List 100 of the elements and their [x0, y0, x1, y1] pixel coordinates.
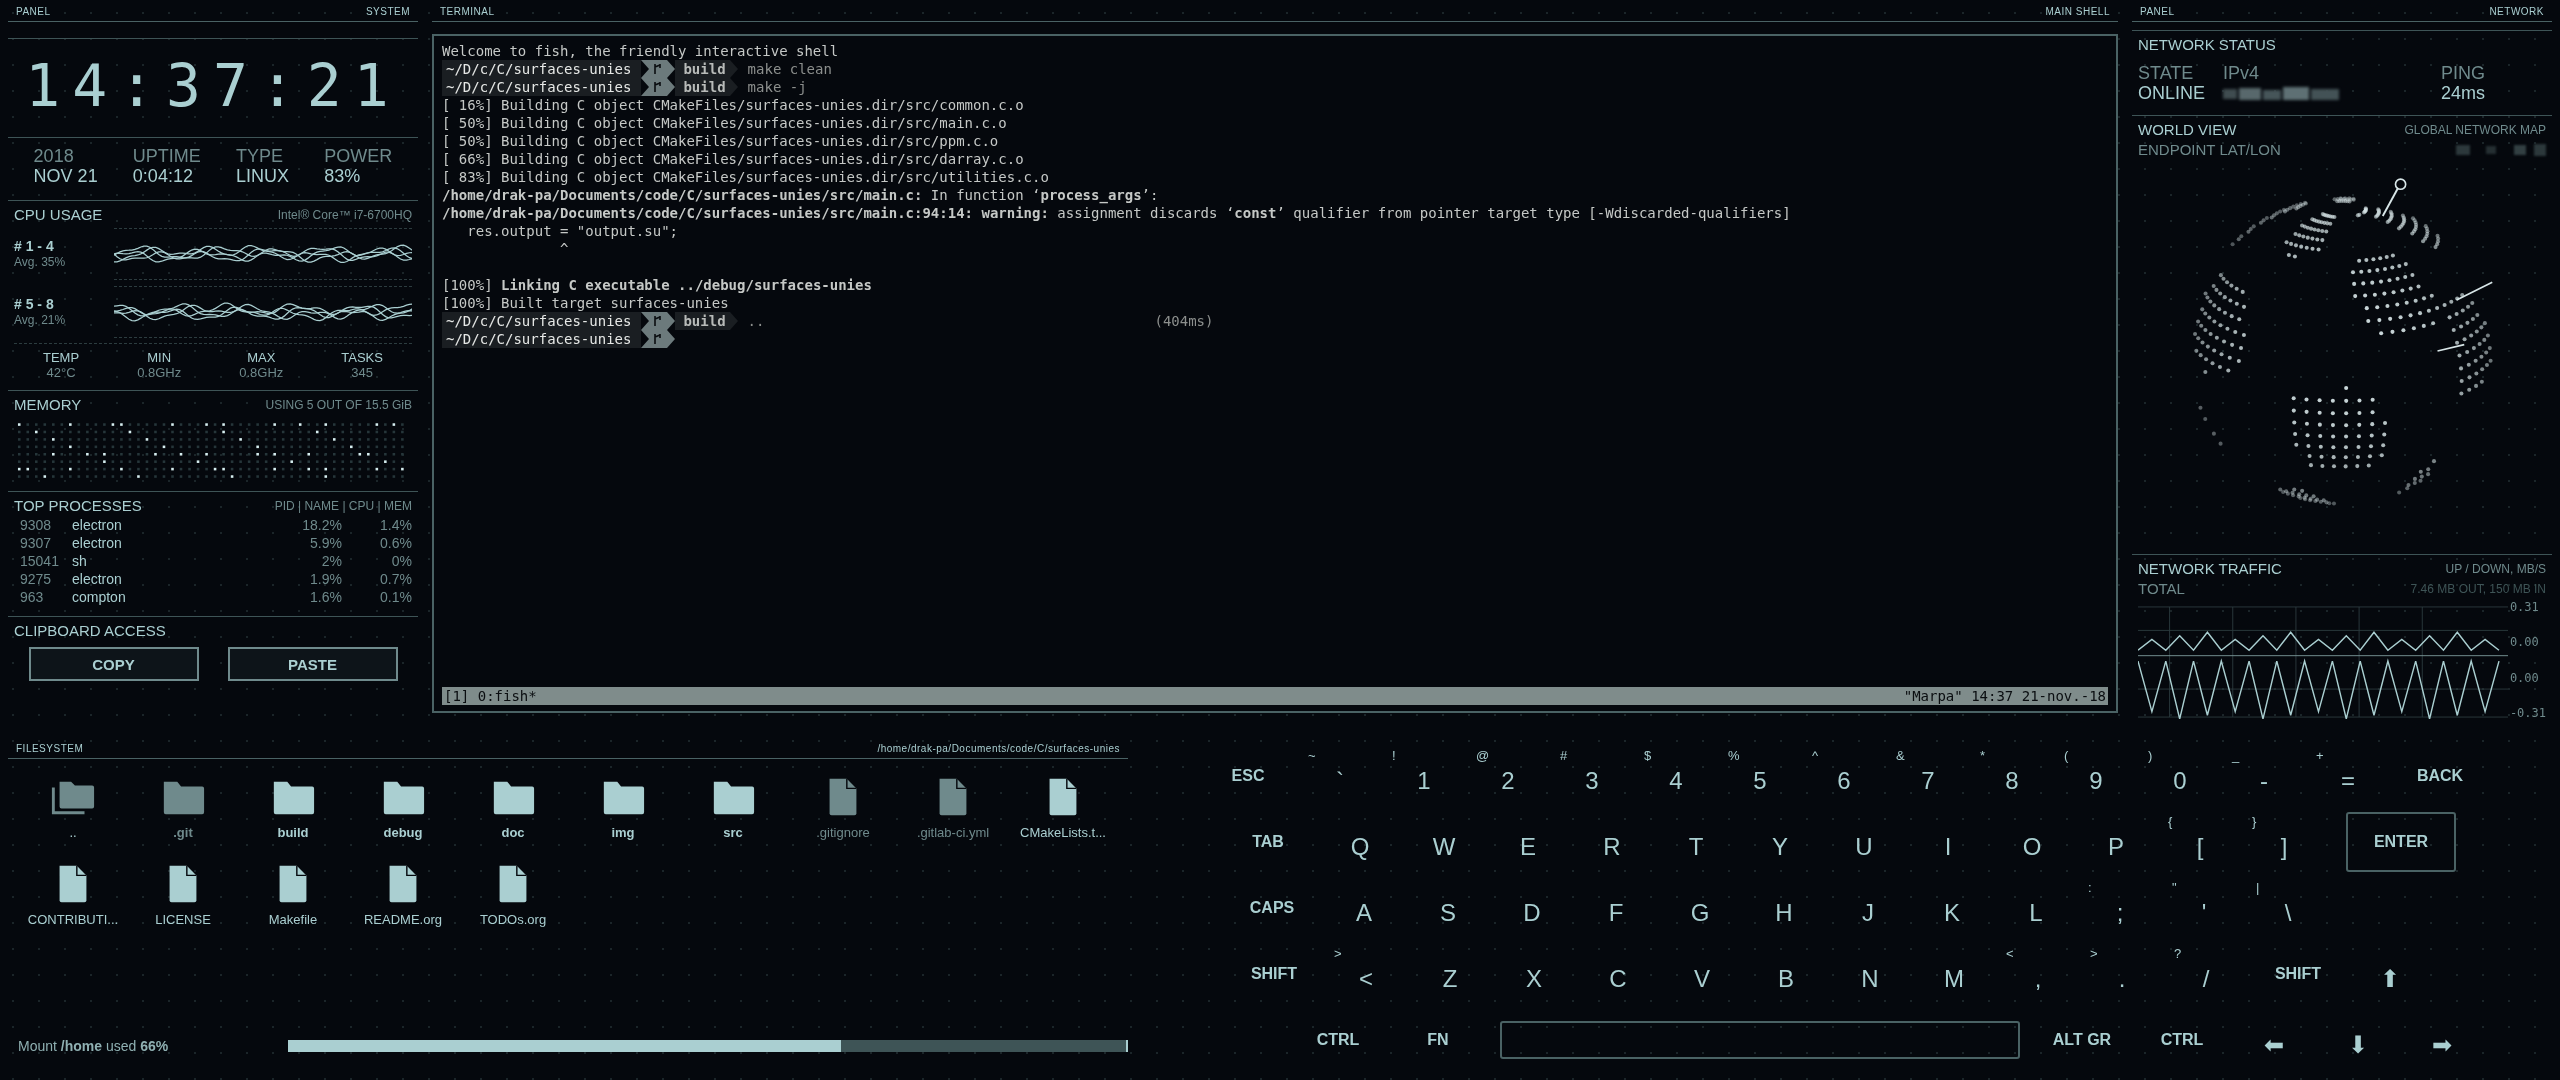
- copy-button[interactable]: COPY: [28, 647, 199, 681]
- paste-button[interactable]: PASTE: [227, 647, 398, 681]
- enter-key[interactable]: ENTER: [2346, 811, 2456, 872]
- keyboard-key[interactable]: M: [1912, 945, 1996, 1002]
- core-group-label: # 1 - 4: [14, 238, 55, 254]
- keyboard-key[interactable]: ( 9: [2054, 747, 2138, 804]
- keyboard-key[interactable]: P: [2074, 813, 2158, 870]
- keyboard-key[interactable]: { [: [2158, 813, 2242, 870]
- file-name[interactable]: .git: [173, 825, 193, 840]
- map-subtitle: GLOBAL NETWORK MAP: [2404, 122, 2546, 139]
- keyboard-key[interactable]: ALT GR: [2032, 1011, 2132, 1068]
- file-name[interactable]: .gitignore: [816, 825, 870, 840]
- process-mem: 0.7%: [379, 570, 412, 588]
- keyboard-key[interactable]: ^ 6: [1802, 747, 1886, 804]
- keyboard-key[interactable]: > <: [1324, 945, 1408, 1002]
- keyboard-key[interactable]: C: [1576, 945, 1660, 1002]
- file-name[interactable]: CMakeLists.t...: [1020, 825, 1106, 840]
- keyboard-key[interactable]: " ': [2162, 879, 2246, 936]
- keyboard-key[interactable]: T: [1654, 813, 1738, 870]
- keyboard-key[interactable]: B: [1744, 945, 1828, 1002]
- keyboard-key[interactable]: ) 0: [2138, 747, 2222, 804]
- file-name[interactable]: LICENSE: [155, 912, 211, 927]
- keyboard-key[interactable]: SHIFT: [2248, 945, 2348, 1002]
- keyboard-key[interactable]: < ,: [1996, 945, 2080, 1002]
- keyboard-key[interactable]: X: [1492, 945, 1576, 1002]
- process-cpu: 1.6%: [309, 588, 342, 606]
- keyboard-key[interactable]: ! 1: [1382, 747, 1466, 804]
- keyboard-key[interactable]: _ -: [2222, 747, 2306, 804]
- keyboard-key[interactable]: + =: [2306, 747, 2390, 804]
- keyboard-key[interactable]: | \: [2246, 879, 2330, 936]
- process-name: electron: [72, 570, 123, 588]
- process-mem: 0.1%: [379, 588, 412, 606]
- keyboard-key[interactable]: G: [1658, 879, 1742, 936]
- keyboard-key[interactable]: S: [1406, 879, 1490, 936]
- keyboard-key[interactable]: J: [1826, 879, 1910, 936]
- keyboard-key[interactable]: ⬅: [2232, 1011, 2316, 1068]
- keyboard-key[interactable]: N: [1828, 945, 1912, 1002]
- keyboard-key[interactable]: F: [1574, 879, 1658, 936]
- file-name[interactable]: TODOs.org: [479, 912, 547, 927]
- status-value: 24ms: [2441, 83, 2486, 103]
- keyboard-key[interactable]: & 7: [1886, 747, 1970, 804]
- keyboard-key[interactable]: : ;: [2078, 879, 2162, 936]
- keyboard-key[interactable]: Y: [1738, 813, 1822, 870]
- keyboard-key[interactable]: H: [1742, 879, 1826, 936]
- space-bar[interactable]: [1500, 1020, 2020, 1059]
- branch-icon: [641, 330, 676, 348]
- file-name[interactable]: doc: [501, 825, 525, 840]
- keyboard-key[interactable]: CAPS: [1222, 879, 1322, 936]
- file-name[interactable]: build: [277, 825, 309, 840]
- keyboard-key[interactable]: K: [1910, 879, 1994, 936]
- keyboard-key[interactable]: W: [1402, 813, 1486, 870]
- terminal-line: ^: [559, 240, 570, 258]
- keyboard-key[interactable]: ~ `: [1298, 747, 1382, 804]
- file-name[interactable]: .gitlab-ci.yml: [916, 825, 990, 840]
- keyboard-key[interactable]: @ 2: [1466, 747, 1550, 804]
- keyboard-key[interactable]: TAB: [1218, 813, 1318, 870]
- process-pid: 9308: [20, 516, 53, 534]
- keyboard-key[interactable]: ESC: [1198, 747, 1298, 804]
- keyboard-key[interactable]: D: [1490, 879, 1574, 936]
- keyboard-key[interactable]: V: [1660, 945, 1744, 1002]
- keyboard-key[interactable]: U: [1822, 813, 1906, 870]
- keyboard-key[interactable]: # 3: [1550, 747, 1634, 804]
- keyboard-key[interactable]: Z: [1408, 945, 1492, 1002]
- process-name: compton: [72, 588, 127, 606]
- keyboard-key[interactable]: * 8: [1970, 747, 2054, 804]
- keyboard-key[interactable]: SHIFT: [1224, 945, 1324, 1002]
- keyboard-key[interactable]: I: [1906, 813, 1990, 870]
- keyboard-key[interactable]: L: [1994, 879, 2078, 936]
- keyboard-key[interactable]: ? /: [2164, 945, 2248, 1002]
- keyboard-key[interactable]: ⬆: [2348, 945, 2432, 1002]
- keyboard-key[interactable]: CTRL: [1288, 1011, 1388, 1068]
- panel-label: NETWORK: [2489, 6, 2544, 18]
- process-cpu: 1.9%: [309, 570, 342, 588]
- keyboard-key[interactable]: Q: [1318, 813, 1402, 870]
- keyboard-key[interactable]: } ]: [2242, 813, 2326, 870]
- file-name[interactable]: ..: [69, 825, 77, 840]
- info-label: 2018: [33, 146, 75, 166]
- keyboard-key[interactable]: E: [1486, 813, 1570, 870]
- keyboard-key[interactable]: O: [1990, 813, 2074, 870]
- file-name[interactable]: README.org: [364, 912, 442, 927]
- file-name[interactable]: CONTRIBUTI...: [27, 912, 119, 927]
- keyboard-key[interactable]: BACK: [2390, 747, 2490, 804]
- file-name[interactable]: src: [723, 825, 743, 840]
- keyboard-key[interactable]: > .: [2080, 945, 2164, 1002]
- current-path: /home/drak-pa/Documents/code/C/surfaces-unies: [877, 743, 1120, 755]
- keyboard-key[interactable]: ➡: [2400, 1011, 2484, 1068]
- keyboard-key[interactable]: ⬇: [2316, 1011, 2400, 1068]
- file-name[interactable]: debug: [383, 825, 423, 840]
- keyboard-key[interactable]: FN: [1388, 1011, 1488, 1068]
- keyboard-key[interactable]: $ 4: [1634, 747, 1718, 804]
- file-name[interactable]: Makefile: [268, 912, 318, 927]
- panel-label: FILESYSTEM: [16, 743, 84, 755]
- tmux-window-list: [1] 0:fish*: [444, 687, 537, 705]
- keyboard-key[interactable]: CTRL: [2132, 1011, 2232, 1068]
- file-name[interactable]: img: [611, 825, 635, 840]
- keyboard-key[interactable]: A: [1322, 879, 1406, 936]
- prompt-path: ~/D/c/C/surfaces-unies: [442, 330, 642, 348]
- terminal-window[interactable]: [432, 34, 2118, 713]
- keyboard-key[interactable]: R: [1570, 813, 1654, 870]
- keyboard-key[interactable]: % 5: [1718, 747, 1802, 804]
